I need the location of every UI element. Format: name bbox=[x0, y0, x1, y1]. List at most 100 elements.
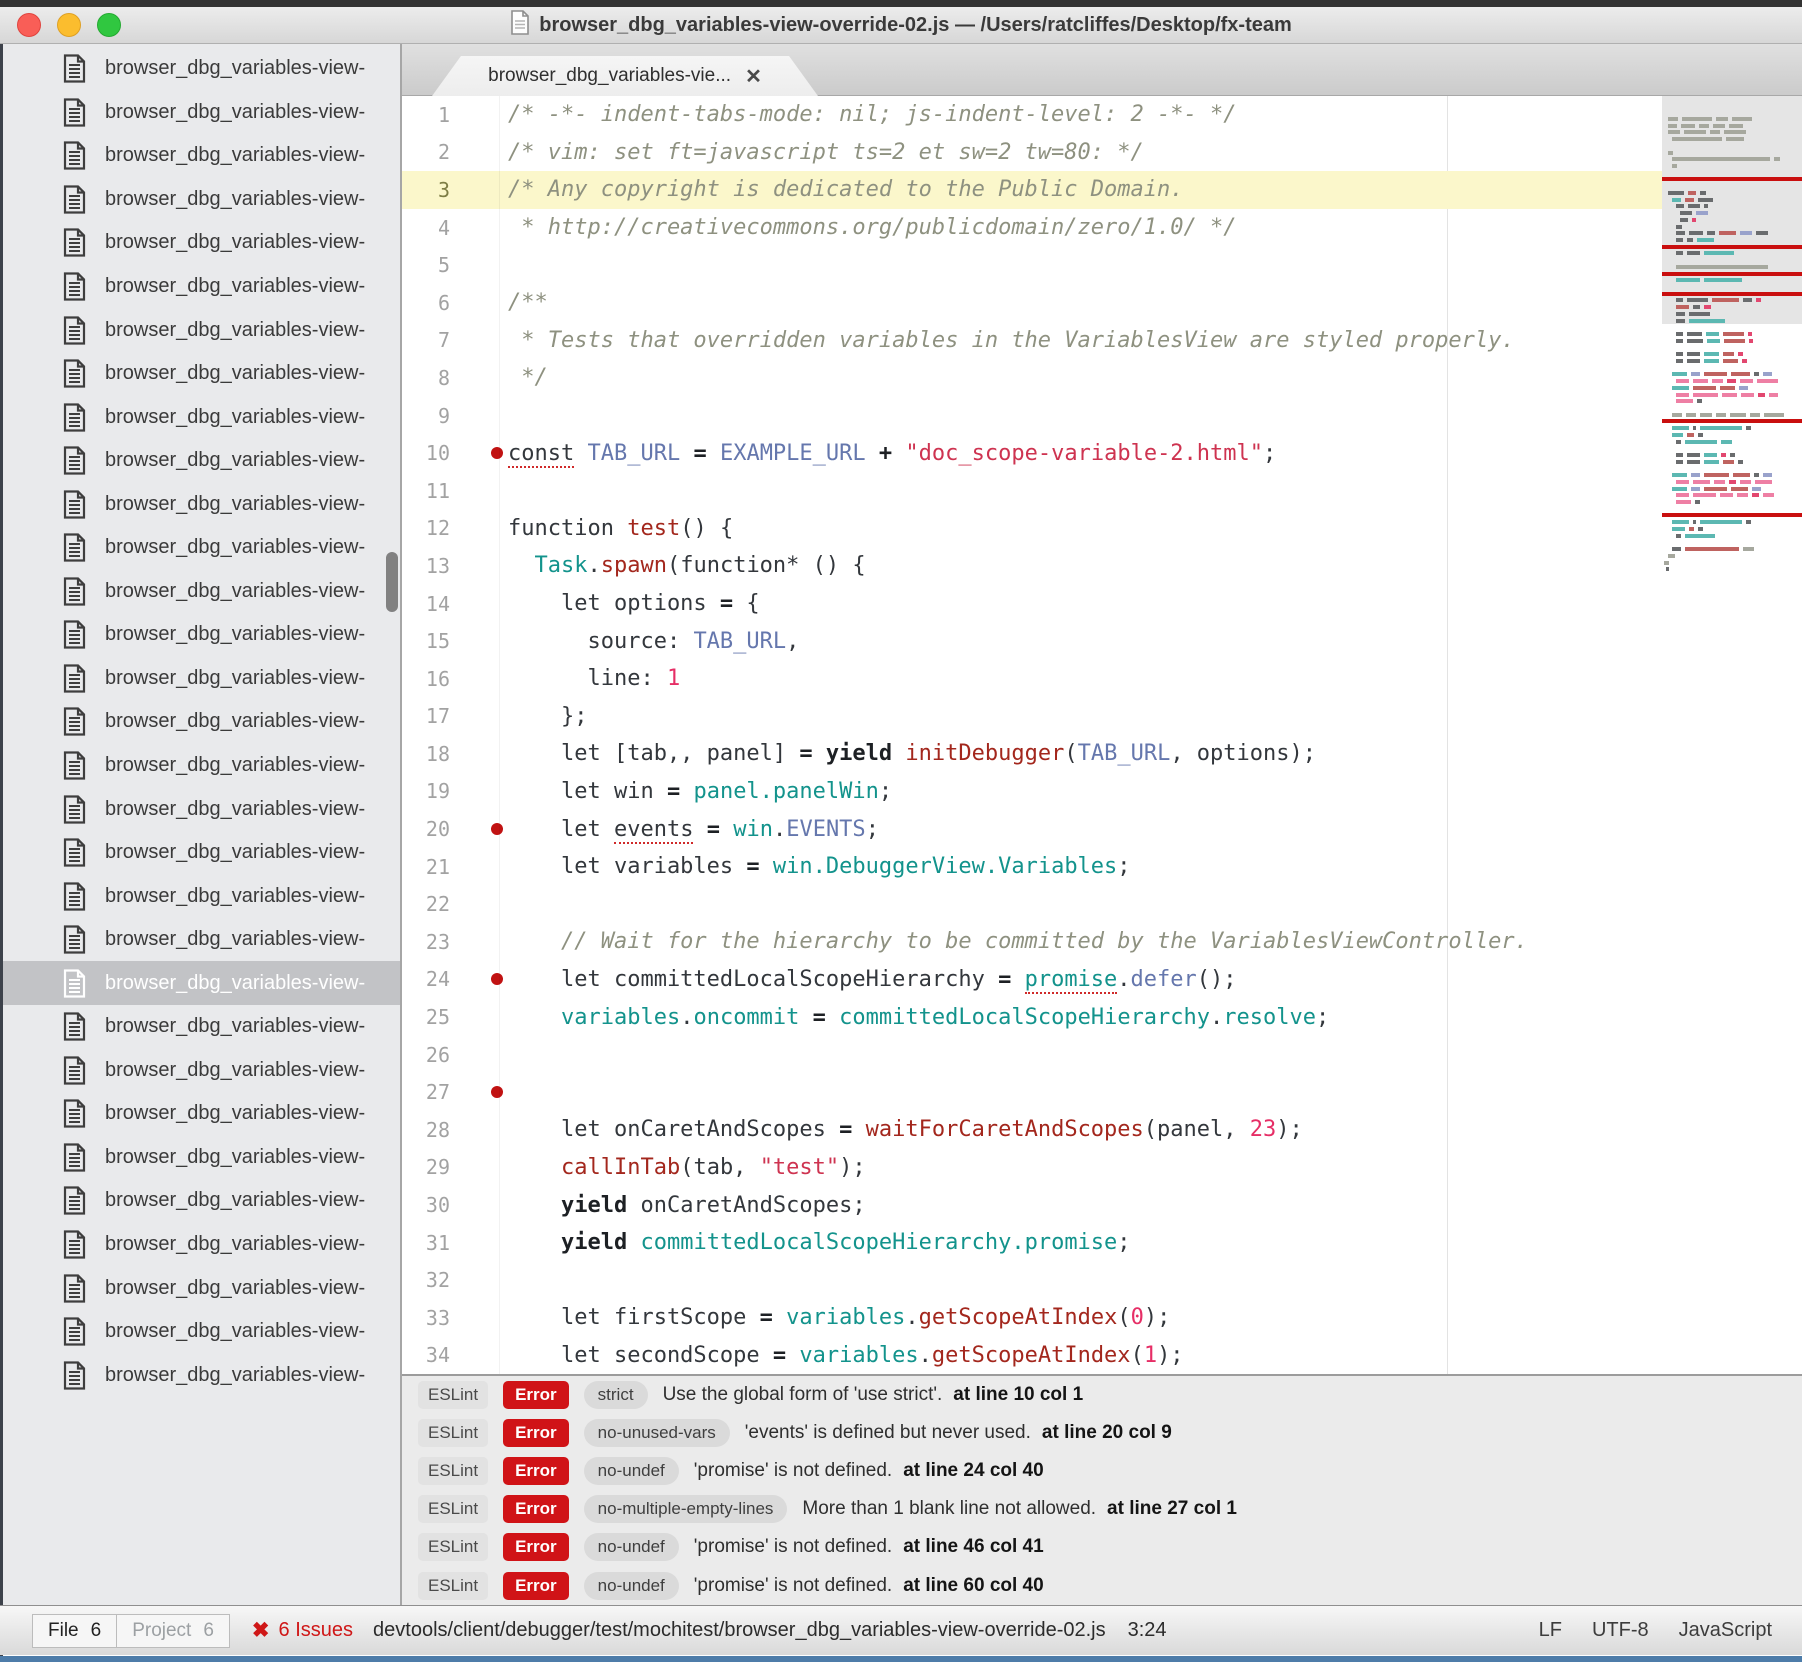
tab-active-file[interactable]: browser_dbg_variables-vie... ✕ bbox=[432, 56, 818, 96]
code-line-21[interactable]: 21 let variables = win.DebuggerView.Vari… bbox=[402, 848, 1662, 886]
code-line-20[interactable]: 20 let events = win.EVENTS; bbox=[402, 810, 1662, 848]
line-number[interactable]: 3 bbox=[402, 178, 450, 202]
titlebar[interactable]: browser_dbg_variables-view-override-02.j… bbox=[0, 7, 1802, 44]
gutter-decoration-column[interactable] bbox=[450, 735, 508, 773]
gutter-decoration-column[interactable] bbox=[450, 547, 508, 585]
code-line-23[interactable]: 23 // Wait for the hierarchy to be commi… bbox=[402, 923, 1662, 961]
sidebar-scrollbar-thumb[interactable] bbox=[386, 552, 398, 612]
line-number[interactable]: 27 bbox=[402, 1080, 450, 1104]
sidebar-file-item[interactable]: browser_dbg_variables-view- bbox=[3, 744, 400, 788]
lint-error-row[interactable]: ESLintErrorno-undef'promise' is not defi… bbox=[402, 1566, 1802, 1604]
code-editor[interactable]: 1/* -*- indent-tabs-mode: nil; js-indent… bbox=[402, 96, 1802, 1374]
sidebar-file-item[interactable]: browser_dbg_variables-view- bbox=[3, 178, 400, 222]
tab-close-icon[interactable]: ✕ bbox=[745, 64, 762, 89]
minimap[interactable] bbox=[1662, 96, 1802, 1374]
issues-scope-project-button[interactable]: Project 6 bbox=[116, 1614, 230, 1648]
gutter-decoration-column[interactable] bbox=[450, 209, 508, 247]
line-number[interactable]: 34 bbox=[402, 1343, 450, 1367]
grammar-indicator[interactable]: JavaScript bbox=[1679, 1619, 1772, 1642]
issues-indicator[interactable]: ✖ 6 Issues bbox=[252, 1618, 353, 1643]
sidebar-file-item[interactable]: browser_dbg_variables-view- bbox=[3, 526, 400, 570]
lint-error-row[interactable]: ESLintErrorno-undef'promise' is not defi… bbox=[402, 1528, 1802, 1566]
sidebar-file-item[interactable]: browser_dbg_variables-view- bbox=[3, 613, 400, 657]
gutter-decoration-column[interactable] bbox=[450, 322, 508, 360]
line-number[interactable]: 6 bbox=[402, 291, 450, 315]
line-number[interactable]: 23 bbox=[402, 930, 450, 954]
code-line-13[interactable]: 13 Task.spawn(function* () { bbox=[402, 547, 1662, 585]
code-line-26[interactable]: 26 bbox=[402, 1036, 1662, 1074]
code-line-31[interactable]: 31 yield committedLocalScopeHierarchy.pr… bbox=[402, 1224, 1662, 1262]
code-line-3[interactable]: 3/* Any copyright is dedicated to the Pu… bbox=[402, 171, 1662, 209]
code-line-10[interactable]: 10const TAB_URL = EXAMPLE_URL + "doc_sco… bbox=[402, 434, 1662, 472]
code-line-30[interactable]: 30 yield onCaretAndScopes; bbox=[402, 1186, 1662, 1224]
gutter-decoration-column[interactable] bbox=[450, 810, 508, 848]
sidebar-file-item[interactable]: browser_dbg_variables-view- bbox=[3, 91, 400, 135]
sidebar-file-item[interactable]: browser_dbg_variables-view- bbox=[3, 787, 400, 831]
line-number[interactable]: 21 bbox=[402, 855, 450, 879]
line-number[interactable]: 13 bbox=[402, 554, 450, 578]
code-line-28[interactable]: 28 let onCaretAndScopes = waitForCaretAn… bbox=[402, 1111, 1662, 1149]
gutter-decoration-column[interactable] bbox=[450, 359, 508, 397]
sidebar-file-item-selected[interactable]: browser_dbg_variables-view- bbox=[3, 961, 400, 1005]
code-line-5[interactable]: 5 bbox=[402, 246, 1662, 284]
issues-scope-file-button[interactable]: File 6 bbox=[32, 1614, 117, 1648]
gutter-decoration-column[interactable] bbox=[450, 1224, 508, 1262]
line-number[interactable]: 4 bbox=[402, 216, 450, 240]
gutter-decoration-column[interactable] bbox=[450, 923, 508, 961]
gutter-decoration-column[interactable] bbox=[450, 510, 508, 548]
error-dot-icon[interactable] bbox=[491, 447, 503, 459]
line-number[interactable]: 20 bbox=[402, 817, 450, 841]
sidebar-file-item[interactable]: browser_dbg_variables-view- bbox=[3, 874, 400, 918]
code-line-17[interactable]: 17 }; bbox=[402, 698, 1662, 736]
line-number[interactable]: 31 bbox=[402, 1231, 450, 1255]
gutter-decoration-column[interactable] bbox=[450, 1111, 508, 1149]
sidebar-file-item[interactable]: browser_dbg_variables-view- bbox=[3, 395, 400, 439]
code-line-2[interactable]: 2/* vim: set ft=javascript ts=2 et sw=2 … bbox=[402, 134, 1662, 172]
sidebar-file-item[interactable]: browser_dbg_variables-view- bbox=[3, 1310, 400, 1354]
code-line-11[interactable]: 11 bbox=[402, 472, 1662, 510]
line-number[interactable]: 26 bbox=[402, 1043, 450, 1067]
gutter-decoration-column[interactable] bbox=[450, 1186, 508, 1224]
code-line-27[interactable]: 27 bbox=[402, 1073, 1662, 1111]
code-line-18[interactable]: 18 let [tab,, panel] = yield initDebugge… bbox=[402, 735, 1662, 773]
line-number[interactable]: 10 bbox=[402, 441, 450, 465]
gutter-decoration-column[interactable] bbox=[450, 96, 508, 134]
lint-error-row[interactable]: ESLintErrorno-undef'promise' is not defi… bbox=[402, 1452, 1802, 1490]
gutter-decoration-column[interactable] bbox=[450, 397, 508, 435]
sidebar-file-item[interactable]: browser_dbg_variables-view- bbox=[3, 1179, 400, 1223]
line-number[interactable]: 24 bbox=[402, 967, 450, 991]
gutter-decoration-column[interactable] bbox=[450, 1261, 508, 1299]
line-number[interactable]: 12 bbox=[402, 516, 450, 540]
code-line-22[interactable]: 22 bbox=[402, 885, 1662, 923]
code-line-25[interactable]: 25 variables.oncommit = committedLocalSc… bbox=[402, 998, 1662, 1036]
gutter-decoration-column[interactable] bbox=[450, 998, 508, 1036]
gutter-decoration-column[interactable] bbox=[450, 1299, 508, 1337]
sidebar-file-item[interactable]: browser_dbg_variables-view- bbox=[3, 1136, 400, 1180]
line-number[interactable]: 17 bbox=[402, 704, 450, 728]
sidebar-file-item[interactable]: browser_dbg_variables-view- bbox=[3, 265, 400, 309]
sidebar-file-item[interactable]: browser_dbg_variables-view- bbox=[3, 439, 400, 483]
sidebar-file-item[interactable]: browser_dbg_variables-view- bbox=[3, 700, 400, 744]
line-number[interactable]: 29 bbox=[402, 1155, 450, 1179]
gutter-decoration-column[interactable] bbox=[450, 1036, 508, 1074]
gutter-decoration-column[interactable] bbox=[450, 472, 508, 510]
line-number[interactable]: 15 bbox=[402, 629, 450, 653]
sidebar-file-item[interactable]: browser_dbg_variables-view- bbox=[3, 831, 400, 875]
line-number[interactable]: 11 bbox=[402, 479, 450, 503]
document-proxy-icon[interactable] bbox=[510, 10, 530, 40]
encoding-indicator[interactable]: UTF-8 bbox=[1592, 1619, 1649, 1642]
gutter-decoration-column[interactable] bbox=[450, 1073, 508, 1111]
code-line-19[interactable]: 19 let win = panel.panelWin; bbox=[402, 773, 1662, 811]
line-number[interactable]: 7 bbox=[402, 328, 450, 352]
line-number[interactable]: 2 bbox=[402, 140, 450, 164]
sidebar-file-item[interactable]: browser_dbg_variables-view- bbox=[3, 657, 400, 701]
code-line-8[interactable]: 8 */ bbox=[402, 359, 1662, 397]
sidebar-file-item[interactable]: browser_dbg_variables-view- bbox=[3, 482, 400, 526]
code-line-33[interactable]: 33 let firstScope = variables.getScopeAt… bbox=[402, 1299, 1662, 1337]
line-number[interactable]: 19 bbox=[402, 779, 450, 803]
sidebar-file-item[interactable]: browser_dbg_variables-view- bbox=[3, 352, 400, 396]
code-line-14[interactable]: 14 let options = { bbox=[402, 585, 1662, 623]
gutter-decoration-column[interactable] bbox=[450, 284, 508, 322]
line-number[interactable]: 1 bbox=[402, 103, 450, 127]
line-number[interactable]: 16 bbox=[402, 667, 450, 691]
